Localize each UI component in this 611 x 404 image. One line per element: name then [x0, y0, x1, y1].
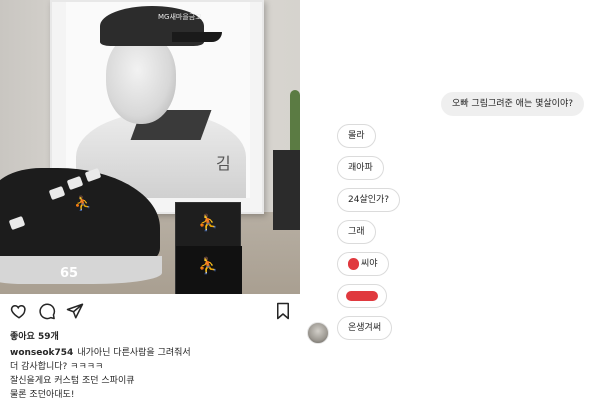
caption-line: 물론 조던아대도! [10, 390, 75, 400]
post-action-bar [8, 302, 292, 322]
direct-message-thread: 오빠 그림그려준 애는 몇살이야? 몰라 괘아파 24살인가? 그래 씨야 온생… [304, 0, 611, 404]
cap-logo-text: MG새마을금고 [158, 13, 202, 21]
incoming-message: 몰라 [337, 124, 376, 148]
jersey-mark: 김 [216, 154, 231, 173]
caption-line: 잘신을게요 커스텀 조던 스파이큐 [10, 376, 135, 386]
post-photo[interactable]: MG새마을금고 김 ⛹ 65 ⛹ ⛹ [0, 0, 300, 294]
portrait-cap-brim [172, 32, 222, 42]
avatar[interactable] [307, 322, 329, 344]
sneaker: ⛹ 65 [0, 148, 162, 288]
incoming-message-redacted [337, 284, 387, 308]
send-icon[interactable] [66, 302, 84, 320]
like-count[interactable]: 좋아요 59개 [10, 329, 59, 342]
post-caption: wonseok754 내가아닌 다른사람을 그려줘서 더 감사합니다? ㅋㅋㅋㅋ … [10, 346, 294, 402]
caption-line: 내가아닌 다른사람을 그려줘서 [77, 348, 191, 358]
instagram-post: MG새마을금고 김 ⛹ 65 ⛹ ⛹ 좋아요 59개 wonseok754 내가… [0, 0, 300, 404]
incoming-message: 온생겨써 [337, 316, 393, 340]
caption-username[interactable]: wonseok754 [10, 348, 73, 358]
jumpman-logo-icon: ⛹ [74, 196, 92, 212]
side-object [273, 150, 300, 230]
incoming-message: 씨야 [337, 252, 389, 276]
comment-icon[interactable] [38, 302, 56, 320]
caption-line: 더 감사합니다? ㅋㅋㅋㅋ [10, 362, 104, 372]
heart-icon[interactable] [10, 302, 28, 320]
outgoing-message: 오빠 그림그려준 애는 몇살이야? [441, 92, 585, 116]
jordan-wristband: ⛹ [176, 246, 242, 294]
sneaker-sole [0, 256, 162, 284]
sneaker-number: 65 [60, 266, 79, 281]
incoming-message: 그래 [337, 220, 376, 244]
jumpman-logo-icon: ⛹ [198, 256, 218, 275]
incoming-message: 24살인가? [337, 188, 401, 212]
jumpman-logo-icon: ⛹ [198, 213, 218, 232]
redaction-mark [348, 257, 359, 270]
message-text: 씨야 [361, 259, 378, 269]
bookmark-icon[interactable] [274, 302, 292, 320]
redaction-mark [346, 291, 378, 301]
incoming-message: 괘아파 [337, 156, 384, 180]
portrait-face [106, 34, 176, 124]
